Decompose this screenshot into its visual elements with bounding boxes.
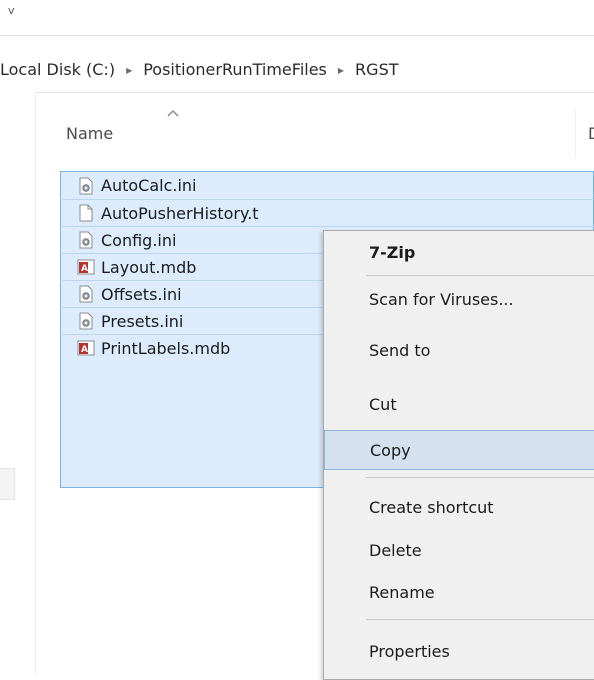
- column-header-name[interactable]: Name: [66, 124, 113, 143]
- menu-item-scan-viruses[interactable]: Scan for Viruses...: [324, 278, 594, 320]
- breadcrumb-item-rgst[interactable]: RGST: [355, 60, 398, 79]
- settings-file-icon: [77, 285, 95, 303]
- file-name: AutoCalc.ini: [101, 176, 197, 195]
- sort-ascending-icon: [167, 109, 179, 117]
- toolbar-divider: [0, 35, 594, 36]
- access-db-icon: A: [77, 258, 95, 276]
- file-name: Presets.ini: [101, 311, 184, 331]
- column-header-date[interactable]: D: [588, 124, 594, 143]
- settings-file-icon: [77, 312, 95, 330]
- menu-separator: [366, 477, 594, 478]
- access-db-icon: A: [77, 339, 95, 357]
- breadcrumb-arrow-icon[interactable]: ▶: [338, 66, 344, 75]
- menu-item-send-to[interactable]: Send to: [324, 329, 594, 371]
- file-name: Layout.mdb: [101, 257, 197, 277]
- menu-item-rename[interactable]: Rename: [324, 574, 594, 610]
- breadcrumb-item-local-disk[interactable]: Local Disk (C:): [0, 60, 115, 79]
- file-name: PrintLabels.mdb: [101, 338, 231, 358]
- breadcrumb-item-positioner[interactable]: PositionerRunTimeFiles: [143, 60, 327, 79]
- menu-item-cut[interactable]: Cut: [324, 385, 594, 423]
- menu-separator: [366, 619, 594, 620]
- menu-separator: [366, 275, 594, 276]
- settings-file-icon: [77, 177, 95, 195]
- column-divider[interactable]: [575, 110, 576, 158]
- file-row[interactable]: AutoCalc.ini: [60, 172, 594, 199]
- navigation-pane-splitter[interactable]: [0, 468, 15, 500]
- file-name: AutoPusherHistory.t: [101, 203, 259, 223]
- breadcrumb: Local Disk (C:) ▶ PositionerRunTimeFiles…: [0, 54, 399, 84]
- navigation-pane: [0, 92, 36, 674]
- svg-text:A: A: [81, 264, 88, 274]
- menu-item-properties[interactable]: Properties: [324, 631, 594, 671]
- menu-item-7zip[interactable]: 7-Zip: [324, 235, 594, 269]
- file-row[interactable]: AutoPusherHistory.t: [60, 199, 594, 226]
- text-file-icon: [77, 204, 95, 222]
- menu-item-delete[interactable]: Delete: [324, 532, 594, 568]
- file-name: Config.ini: [101, 230, 177, 250]
- menu-item-create-shortcut[interactable]: Create shortcut: [324, 489, 594, 525]
- breadcrumb-arrow-icon[interactable]: ▶: [126, 66, 132, 75]
- context-menu: 7-Zip Scan for Viruses... Send to Cut Copy Cr…: [323, 230, 594, 680]
- file-name: Offsets.ini: [101, 284, 182, 304]
- address-bar-divider: [0, 92, 594, 93]
- svg-text:A: A: [81, 345, 88, 355]
- menu-item-copy[interactable]: Copy: [324, 430, 594, 470]
- settings-file-icon: [77, 231, 95, 249]
- window-corner-glyph: v: [8, 4, 15, 17]
